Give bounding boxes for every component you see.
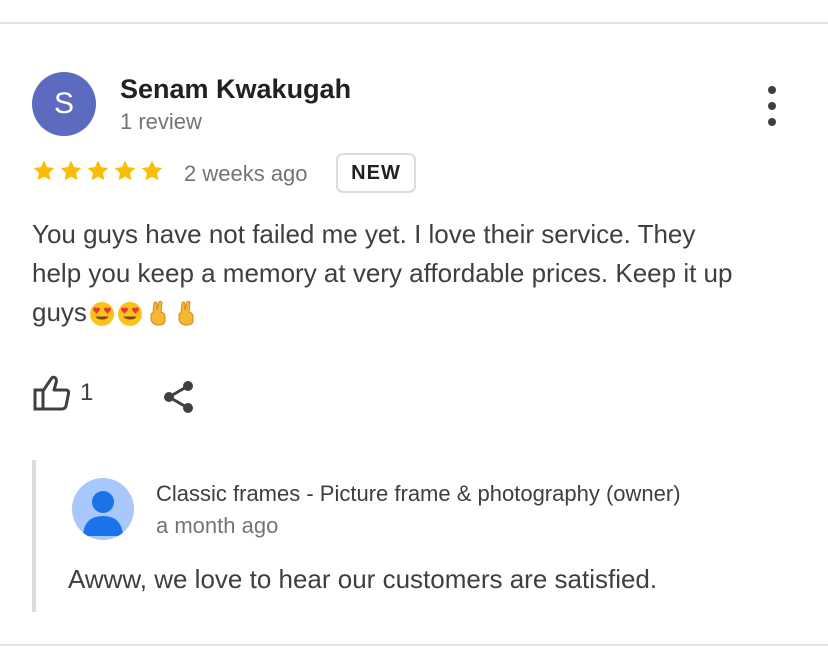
review-text-fragment: guys <box>32 297 87 327</box>
star-icon <box>87 160 109 181</box>
crossed-fingers-emoji-icon <box>173 299 199 338</box>
review-count[interactable]: 1 review <box>120 109 202 135</box>
heart-eyes-emoji-icon <box>89 299 115 338</box>
heart-eyes-emoji-icon <box>117 299 143 338</box>
new-badge: NEW <box>336 153 416 193</box>
thumbs-up-icon <box>33 375 71 411</box>
review-text-line: You guys have not failed me yet. I love … <box>32 219 696 249</box>
more-vert-icon-dot <box>768 118 776 126</box>
review-text-line: help you keep a memory at very affordabl… <box>32 258 733 288</box>
like-count: 1 <box>80 379 94 406</box>
avatar-initial: S <box>53 87 74 120</box>
more-vert-icon-dot <box>768 86 776 94</box>
owner-response-time: a month ago <box>156 513 279 538</box>
owner-response-text: Awww, we love to hear our customers are … <box>68 564 658 594</box>
review-time: 2 weeks ago <box>184 161 308 186</box>
star-icon <box>60 160 82 181</box>
more-vert-icon-dot <box>768 102 776 110</box>
reviewer-avatar[interactable]: S <box>32 72 96 136</box>
share-button[interactable] <box>160 378 198 421</box>
reviewer-name[interactable]: Senam Kwakugah <box>120 74 351 105</box>
owner-response: Classic frames - Picture frame & photogr… <box>32 460 796 612</box>
crossed-fingers-emoji-icon <box>145 299 171 338</box>
star-icon <box>33 160 55 181</box>
owner-name: Classic frames - Picture frame & photogr… <box>156 481 681 506</box>
star-rating <box>32 159 164 183</box>
like-button[interactable]: 1 <box>30 374 93 412</box>
bottom-divider <box>0 644 828 646</box>
more-options-button[interactable] <box>758 86 786 126</box>
review-text-line: guys <box>32 293 802 338</box>
star-icon <box>114 160 136 181</box>
review-text: You guys have not failed me yet. I love … <box>32 215 802 338</box>
owner-avatar <box>72 478 134 540</box>
person-icon <box>83 491 123 536</box>
share-icon <box>164 381 193 413</box>
top-divider <box>0 22 828 24</box>
star-icon <box>141 160 163 181</box>
